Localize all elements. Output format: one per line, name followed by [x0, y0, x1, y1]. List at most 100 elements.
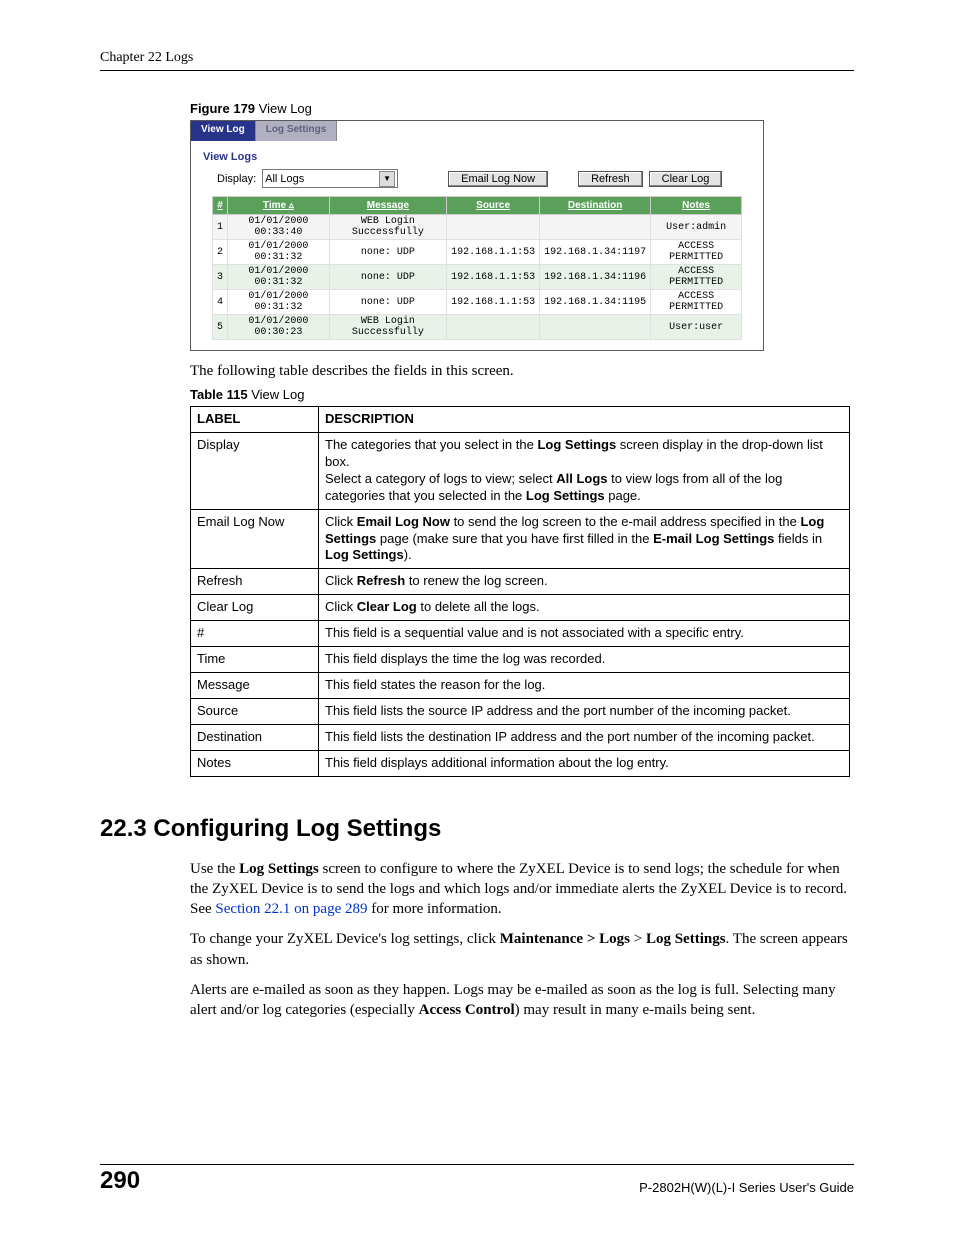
cell-src: 192.168.1.1:53: [447, 240, 540, 265]
figure-number: Figure 179: [190, 101, 255, 116]
table-row: 4 01/01/2000 00:31:32 none: UDP 192.168.…: [213, 290, 742, 315]
clear-log-button[interactable]: Clear Log: [649, 171, 723, 187]
label-cell: Notes: [191, 750, 319, 776]
desc-cell: This field states the reason for the log…: [319, 672, 850, 698]
cell-num: 4: [213, 290, 228, 315]
panel-title: View Logs: [197, 149, 757, 169]
email-log-now-button[interactable]: Email Log Now: [448, 171, 548, 187]
table-title: View Log: [248, 387, 305, 402]
cell-src: [447, 215, 540, 240]
cell-notes: User:user: [651, 315, 742, 340]
footer-guide-title: P-2802H(W)(L)-I Series User's Guide: [639, 1180, 854, 1195]
col-message[interactable]: Message: [329, 197, 446, 215]
table-row: Refresh Click Refresh to renew the log s…: [191, 569, 850, 595]
cell-msg: WEB Login Successfully: [329, 315, 446, 340]
figure-caption: Figure 179 View Log: [190, 101, 854, 116]
tab-log-settings[interactable]: Log Settings: [256, 121, 338, 141]
display-select[interactable]: All Logs ▼: [262, 169, 398, 188]
label-cell: Email Log Now: [191, 509, 319, 569]
cell-src: 192.168.1.1:53: [447, 265, 540, 290]
tab-view-log[interactable]: View Log: [191, 121, 256, 141]
screenshot-panel: View Log Log Settings View Logs Display:…: [190, 120, 764, 351]
chevron-down-icon: ▼: [379, 171, 395, 187]
cell-notes: ACCESS PERMITTED: [651, 290, 742, 315]
cell-notes: ACCESS PERMITTED: [651, 265, 742, 290]
desc-cell: Click Clear Log to delete all the logs.: [319, 595, 850, 621]
label-cell: Message: [191, 672, 319, 698]
description-table: LABEL DESCRIPTION Display The categories…: [190, 406, 850, 776]
desc-cell: This field displays the time the log was…: [319, 647, 850, 673]
desc-cell: This field is a sequential value and is …: [319, 621, 850, 647]
cross-reference-link[interactable]: Section 22.1 on page 289: [215, 901, 367, 917]
cell-msg: none: UDP: [329, 265, 446, 290]
desc-cell: Click Email Log Now to send the log scre…: [319, 509, 850, 569]
body-paragraph: Use the Log Settings screen to configure…: [190, 859, 850, 920]
table-caption: Table 115 View Log: [190, 387, 854, 402]
label-cell: Destination: [191, 724, 319, 750]
table-row: Destination This field lists the destina…: [191, 724, 850, 750]
table-number: Table 115: [190, 387, 248, 402]
col-num[interactable]: #: [213, 197, 228, 215]
display-select-value: All Logs: [265, 173, 304, 185]
desc-cell: This field displays additional informati…: [319, 750, 850, 776]
refresh-button[interactable]: Refresh: [578, 171, 643, 187]
running-header: Chapter 22 Logs: [100, 50, 854, 71]
label-cell: #: [191, 621, 319, 647]
cell-time: 01/01/2000 00:31:32: [228, 265, 330, 290]
desc-cell: Click Refresh to renew the log screen.: [319, 569, 850, 595]
col-notes[interactable]: Notes: [651, 197, 742, 215]
body-paragraph: Alerts are e-mailed as soon as they happ…: [190, 980, 850, 1021]
intro-paragraph: The following table describes the fields…: [190, 361, 850, 381]
label-cell: Time: [191, 647, 319, 673]
table-row: Time This field displays the time the lo…: [191, 647, 850, 673]
log-table: # Time ▵ Message Source Destination Note…: [212, 196, 742, 340]
label-cell: Display: [191, 433, 319, 510]
cell-dst: 192.168.1.34:1197: [540, 240, 651, 265]
figure-title: View Log: [255, 101, 312, 116]
body-paragraph: To change your ZyXEL Device's log settin…: [190, 929, 850, 970]
cell-msg: none: UDP: [329, 290, 446, 315]
tabs-row: View Log Log Settings: [191, 121, 763, 141]
cell-msg: none: UDP: [329, 240, 446, 265]
cell-time: 01/01/2000 00:31:32: [228, 290, 330, 315]
cell-dst: [540, 315, 651, 340]
header-label: LABEL: [191, 407, 319, 433]
col-time[interactable]: Time ▵: [228, 197, 330, 215]
label-cell: Refresh: [191, 569, 319, 595]
cell-src: [447, 315, 540, 340]
cell-time: 01/01/2000 00:33:40: [228, 215, 330, 240]
desc-cell: The categories that you select in the Lo…: [319, 433, 850, 510]
table-row: Email Log Now Click Email Log Now to sen…: [191, 509, 850, 569]
page-number: 290: [100, 1167, 140, 1195]
table-row: Notes This field displays additional inf…: [191, 750, 850, 776]
table-row: 2 01/01/2000 00:31:32 none: UDP 192.168.…: [213, 240, 742, 265]
table-row: 1 01/01/2000 00:33:40 WEB Login Successf…: [213, 215, 742, 240]
table-row: Display The categories that you select i…: [191, 433, 850, 510]
table-row: 3 01/01/2000 00:31:32 none: UDP 192.168.…: [213, 265, 742, 290]
desc-cell: This field lists the destination IP addr…: [319, 724, 850, 750]
table-row: Clear Log Click Clear Log to delete all …: [191, 595, 850, 621]
label-cell: Source: [191, 698, 319, 724]
table-row: Message This field states the reason for…: [191, 672, 850, 698]
cell-dst: 192.168.1.34:1195: [540, 290, 651, 315]
cell-time: 01/01/2000 00:31:32: [228, 240, 330, 265]
section-heading: 22.3 Configuring Log Settings: [100, 815, 854, 843]
col-source[interactable]: Source: [447, 197, 540, 215]
label-cell: Clear Log: [191, 595, 319, 621]
cell-num: 1: [213, 215, 228, 240]
cell-notes: User:admin: [651, 215, 742, 240]
table-row: # This field is a sequential value and i…: [191, 621, 850, 647]
cell-msg: WEB Login Successfully: [329, 215, 446, 240]
table-row: Source This field lists the source IP ad…: [191, 698, 850, 724]
cell-num: 3: [213, 265, 228, 290]
cell-dst: [540, 215, 651, 240]
cell-notes: ACCESS PERMITTED: [651, 240, 742, 265]
display-label: Display:: [217, 173, 256, 185]
col-destination[interactable]: Destination: [540, 197, 651, 215]
cell-src: 192.168.1.1:53: [447, 290, 540, 315]
cell-dst: 192.168.1.34:1196: [540, 265, 651, 290]
cell-time: 01/01/2000 00:30:23: [228, 315, 330, 340]
cell-num: 5: [213, 315, 228, 340]
table-row: 5 01/01/2000 00:30:23 WEB Login Successf…: [213, 315, 742, 340]
page-footer: 290 P-2802H(W)(L)-I Series User's Guide: [100, 1164, 854, 1195]
